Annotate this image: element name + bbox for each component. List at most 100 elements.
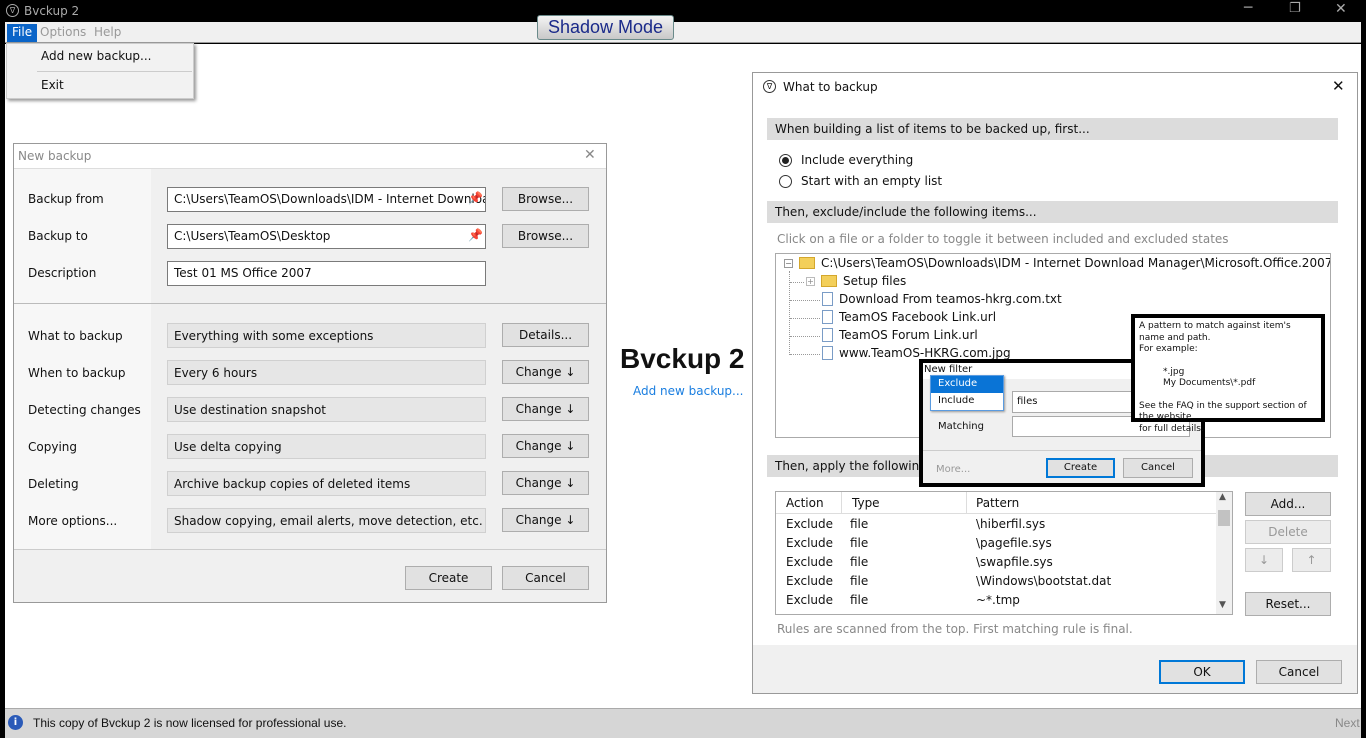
description-field[interactable]: Test 01 MS Office 2007 [167, 261, 486, 286]
tree-item[interactable]: Download From teamos-hkrg.com.txt [822, 292, 1062, 306]
tree-hint: Click on a file or a folder to toggle it… [777, 232, 1229, 246]
cancel-button[interactable]: Cancel [1256, 660, 1342, 684]
browse-from-button[interactable]: Browse... [502, 187, 589, 211]
radio-include-everything[interactable]: Include everything [779, 153, 913, 167]
add-rule-button[interactable]: Add... [1245, 492, 1331, 516]
tooltip-text: See the FAQ in the support section of th… [1139, 400, 1307, 423]
expand-icon[interactable]: + [806, 276, 815, 286]
browse-to-button[interactable]: Browse... [502, 224, 589, 248]
menu-file[interactable]: File [7, 24, 38, 42]
next-button[interactable]: Next [1335, 716, 1360, 730]
add-new-backup-link[interactable]: Add new backup... [633, 384, 743, 398]
menu-help[interactable]: Help [89, 24, 126, 42]
tooltip-example: My Documents\*.pdf [1163, 378, 1256, 388]
table-row[interactable]: Exclude file \swapfile.sys [776, 553, 1216, 572]
table-row[interactable]: Exclude file \hiberfil.sys [776, 515, 1216, 534]
rule-pattern: \Windows\bootstat.dat [976, 574, 1112, 588]
file-icon [822, 310, 833, 324]
close-icon[interactable]: ✕ [584, 147, 596, 163]
close-icon[interactable]: ✕ [1332, 77, 1345, 95]
file-menu-dropdown: Add new backup... Exit [6, 43, 194, 99]
menu-divider [37, 71, 192, 72]
pattern-tooltip: A pattern to match against item's name a… [1131, 314, 1325, 434]
rules-table[interactable]: Action Type Pattern Exclude file \hiberfil… [775, 491, 1233, 615]
option-label: Deleting [28, 477, 79, 491]
cancel-filter-button[interactable]: Cancel [1123, 458, 1193, 478]
column-action[interactable]: Action [786, 496, 824, 510]
cancel-button[interactable]: Cancel [502, 566, 589, 590]
description-value: Test 01 MS Office 2007 [174, 266, 312, 280]
option-exclude[interactable]: Exclude [931, 376, 1003, 393]
file-icon [822, 292, 833, 306]
reset-button[interactable]: Reset... [1245, 592, 1331, 616]
menu-options[interactable]: Options [35, 24, 91, 42]
option-value: Everything with some exceptions [167, 323, 486, 348]
tooltip-text: for full details. [1139, 423, 1204, 434]
tree-label: TeamOS Facebook Link.url [839, 310, 997, 324]
info-icon: i [8, 715, 23, 730]
minimize-icon[interactable]: ─ [1244, 0, 1252, 16]
option-button[interactable]: Change ↓ [502, 508, 589, 532]
tree-label: Download From teamos-hkrg.com.txt [839, 292, 1062, 306]
dialog-title-bar: New backup ✕ [14, 144, 606, 169]
more-link[interactable]: More... [936, 464, 970, 475]
new-backup-dialog: New backup ✕ Backup from C:\Users\TeamOS… [13, 143, 607, 603]
backup-from-value: C:\Users\TeamOS\Downloads\IDM - Internet… [174, 192, 486, 206]
dialog-title: New filter [924, 364, 973, 375]
tree-root[interactable]: − C:\Users\TeamOS\Downloads\IDM - Interne… [784, 256, 1330, 270]
backup-from-field[interactable]: C:\Users\TeamOS\Downloads\IDM - Internet… [167, 187, 486, 212]
create-button[interactable]: Create [405, 566, 492, 590]
backup-to-field[interactable]: C:\Users\TeamOS\Desktop [167, 224, 486, 249]
option-include[interactable]: Include [931, 393, 1003, 410]
ok-button[interactable]: OK [1159, 660, 1245, 684]
option-label: Copying [28, 440, 77, 454]
tooltip-example: *.jpg [1163, 366, 1185, 377]
scrollbar[interactable]: ▲ ▼ [1216, 492, 1232, 614]
tree-item[interactable]: TeamOS Forum Link.url [822, 328, 978, 342]
window-title: Bvckup 2 [24, 4, 80, 18]
option-button[interactable]: Details... [502, 323, 589, 347]
option-value-text: Everything with some exceptions [174, 329, 374, 343]
menu-item-add-new-backup[interactable]: Add new backup... [41, 49, 151, 63]
dialog-title: New backup [18, 149, 92, 163]
table-header: Action Type Pattern [776, 492, 1216, 514]
column-pattern[interactable]: Pattern [976, 496, 1019, 510]
collapse-icon[interactable]: − [784, 258, 793, 268]
rule-action: Exclude [786, 574, 834, 588]
column-type[interactable]: Type [852, 496, 880, 510]
option-value: Use delta copying [167, 434, 486, 459]
option-button[interactable]: Change ↓ [502, 434, 589, 458]
table-row[interactable]: Exclude file \Windows\bootstat.dat [776, 572, 1216, 591]
radio-label: Start with an empty list [801, 174, 943, 188]
rule-action: Exclude [786, 555, 834, 569]
table-row[interactable]: Exclude file \pagefile.sys [776, 534, 1216, 553]
option-value-text: Archive backup copies of deleted items [174, 477, 411, 491]
restore-icon[interactable]: ❐ [1289, 1, 1301, 16]
pin-icon[interactable]: 📌 [468, 228, 483, 242]
close-icon[interactable]: ✕ [1335, 1, 1347, 17]
create-filter-button[interactable]: Create [1046, 458, 1115, 478]
radio-empty-list[interactable]: Start with an empty list [779, 174, 942, 188]
tree-item[interactable]: + Setup files [806, 274, 906, 288]
shadow-mode-button[interactable]: Shadow Mode [537, 15, 674, 40]
option-value-text: Use destination snapshot [174, 403, 327, 417]
tooltip-text: For example: [1139, 344, 1198, 354]
menu-item-exit[interactable]: Exit [41, 78, 64, 92]
rule-pattern: \swapfile.sys [976, 555, 1053, 569]
option-button[interactable]: Change ↓ [502, 471, 589, 495]
option-button[interactable]: Change ↓ [502, 397, 589, 421]
table-row[interactable]: Exclude file ~*.tmp [776, 591, 1216, 610]
move-up-button[interactable]: ↑ [1292, 548, 1331, 572]
radio-unchecked-icon [779, 174, 792, 188]
pin-icon[interactable]: 📌 [468, 191, 483, 205]
status-bar: i This copy of Bvckup 2 is now licensed … [5, 708, 1361, 738]
label-column [14, 169, 151, 549]
rule-type: file [850, 574, 869, 588]
action-dropdown-list[interactable]: Exclude Include [930, 375, 1004, 411]
tree-item[interactable]: TeamOS Facebook Link.url [822, 310, 996, 324]
tree-item[interactable]: www.TeamOS-HKRG.com.jpg [822, 346, 1011, 360]
move-down-button[interactable]: ↓ [1245, 548, 1283, 572]
option-value: Archive backup copies of deleted items [167, 471, 486, 496]
option-button[interactable]: Change ↓ [502, 360, 589, 384]
delete-rule-button[interactable]: Delete [1245, 520, 1331, 544]
